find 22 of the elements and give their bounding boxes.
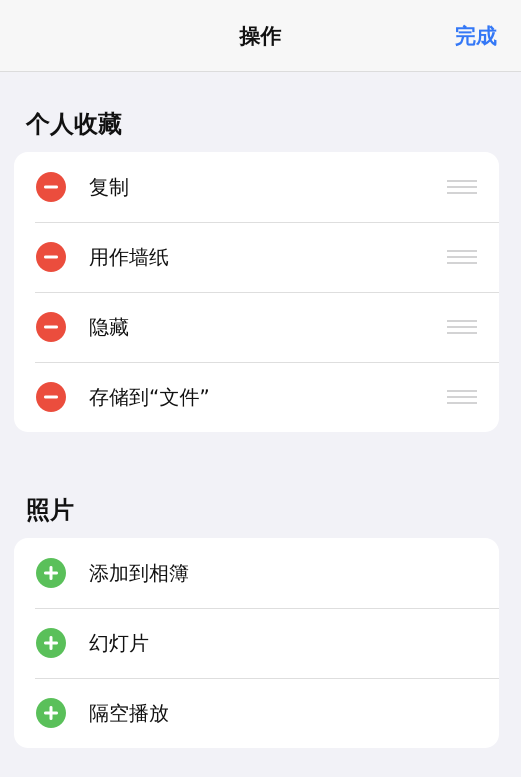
section-header: 照片 — [26, 495, 75, 526]
remove-icon[interactable] — [36, 312, 66, 342]
add-icon[interactable] — [36, 698, 66, 728]
remove-icon[interactable] — [36, 172, 66, 202]
action-label: 隔空播放 — [89, 700, 170, 726]
section-header: 个人收藏 — [26, 109, 123, 140]
action-label: 添加到相簿 — [89, 560, 190, 586]
action-label: 存储到“文件” — [89, 384, 211, 410]
action-label: 用作墙纸 — [89, 244, 170, 270]
remove-icon[interactable] — [36, 242, 66, 272]
action-label: 幻灯片 — [89, 630, 150, 656]
navigation-title: 操作 — [240, 22, 282, 50]
done-button[interactable]: 完成 — [455, 22, 497, 50]
drag-handle-icon[interactable] — [447, 179, 477, 195]
add-icon[interactable] — [36, 558, 66, 588]
drag-handle-icon[interactable] — [447, 319, 477, 335]
remove-icon[interactable] — [36, 382, 66, 412]
add-icon[interactable] — [36, 628, 66, 658]
action-label: 复制 — [89, 174, 130, 200]
action-label: 隐藏 — [89, 314, 130, 340]
drag-handle-icon[interactable] — [447, 249, 477, 265]
drag-handle-icon[interactable] — [447, 389, 477, 405]
